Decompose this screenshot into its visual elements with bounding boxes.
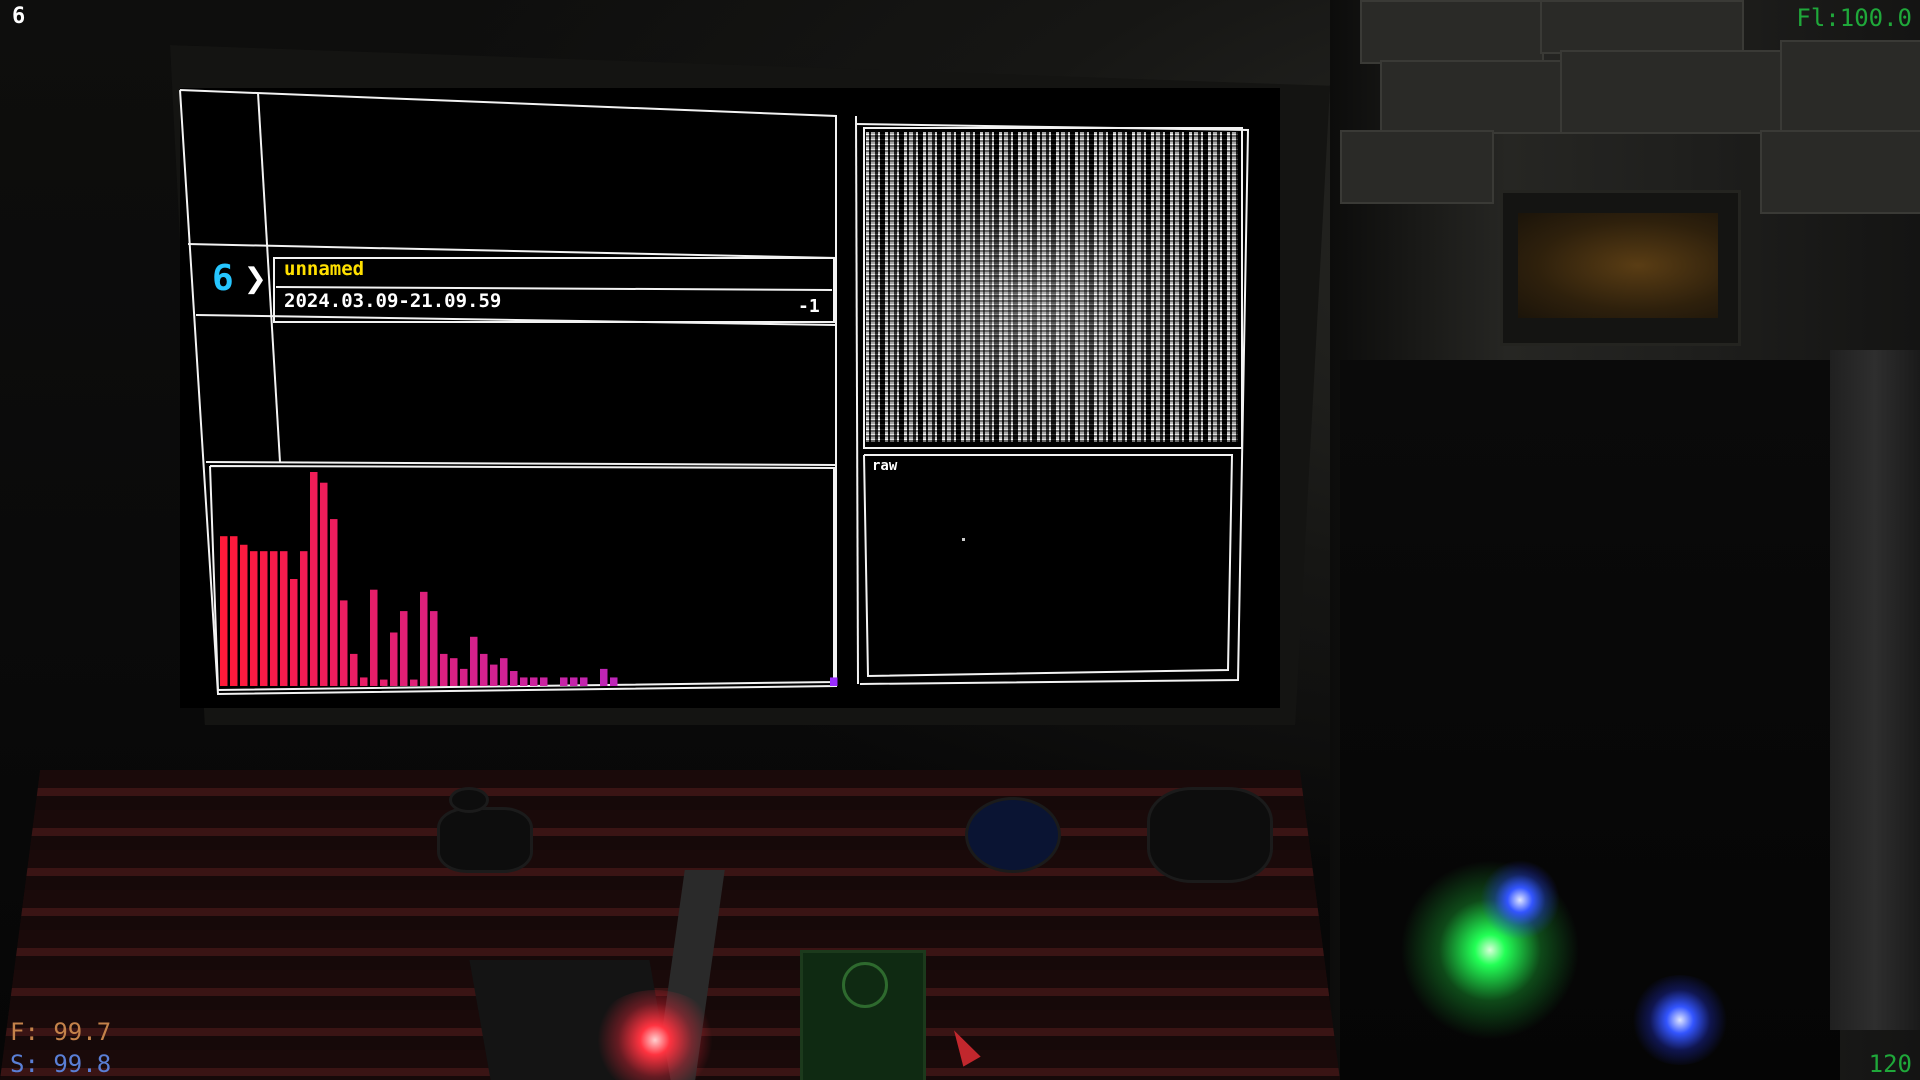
- histogram-bar: [350, 653, 358, 686]
- histogram-bar: [400, 611, 408, 686]
- histogram-bar: [440, 653, 448, 686]
- hud-top-right: Fl:100.0: [1796, 4, 1912, 32]
- histogram-bar: [300, 551, 308, 686]
- game-scene: 6 ❯ unnamed 2024.03.09-21.09.59 -1 raw 6…: [0, 0, 1920, 1080]
- histogram-bar: [580, 677, 588, 686]
- track-value: -1: [798, 296, 820, 317]
- blue-led-icon-2: [1630, 975, 1730, 1065]
- histogram-bar: [500, 658, 508, 686]
- histogram-bar: [600, 668, 608, 686]
- dial-knob[interactable]: [440, 810, 530, 870]
- histogram-bar: [510, 671, 518, 686]
- preview-label: raw: [872, 458, 898, 474]
- hud-bottom-right: 120: [1868, 1050, 1912, 1078]
- histogram-bar: [250, 551, 258, 686]
- histogram-bar: [260, 551, 268, 686]
- histogram-bar: [290, 579, 298, 686]
- histogram-bar: [220, 536, 228, 686]
- histogram-bar: [490, 664, 498, 686]
- blue-led-icon: [1480, 860, 1560, 940]
- histogram-bar: [530, 677, 538, 686]
- histogram-bar: [560, 677, 568, 686]
- hud-fps-s: S: 99.8: [10, 1050, 112, 1078]
- histogram-bar: [480, 653, 488, 686]
- chevron-right-icon[interactable]: ❯: [244, 256, 267, 300]
- track-date: 2024.03.09-21.09.59: [284, 290, 502, 312]
- histogram-bar: [430, 611, 438, 686]
- histogram-bar: [830, 677, 838, 686]
- histogram-bar: [340, 600, 348, 686]
- frequency-bar-chart: [220, 472, 838, 686]
- histogram-bar: [520, 677, 528, 686]
- preview-dot: [962, 538, 965, 541]
- histogram-bar: [420, 591, 428, 686]
- histogram-bar: [330, 519, 338, 686]
- histogram-bar: [280, 551, 288, 686]
- histogram-bar: [390, 632, 398, 686]
- hud-top-left: 6: [12, 4, 26, 29]
- histogram-bar: [410, 679, 418, 686]
- histogram-bar: [270, 551, 278, 686]
- black-knob[interactable]: [1150, 790, 1270, 880]
- histogram-bar: [380, 679, 388, 686]
- histogram-bar: [540, 677, 548, 686]
- histogram-bar: [370, 589, 378, 686]
- histogram-bar: [360, 677, 368, 686]
- dial-knob-top: [452, 790, 486, 810]
- track-name[interactable]: unnamed: [284, 258, 364, 280]
- histogram-bar: [570, 677, 578, 686]
- blue-knob[interactable]: [968, 800, 1058, 870]
- red-led-icon: [590, 990, 720, 1080]
- histogram-bar: [320, 482, 328, 686]
- noise-overlay: [866, 132, 1238, 442]
- histogram-bar: [470, 636, 478, 686]
- check-icon: [842, 962, 888, 1008]
- histogram-bar: [310, 472, 318, 686]
- histogram-bar: [450, 658, 458, 686]
- histogram-bar: [610, 677, 618, 686]
- histogram-bar: [230, 536, 238, 686]
- histogram-bar: [240, 544, 248, 686]
- hud-fps-f: F: 99.7: [10, 1018, 112, 1046]
- slot-number: 6: [212, 258, 234, 299]
- static-noise-preview: [866, 132, 1238, 442]
- histogram-bar: [460, 668, 468, 686]
